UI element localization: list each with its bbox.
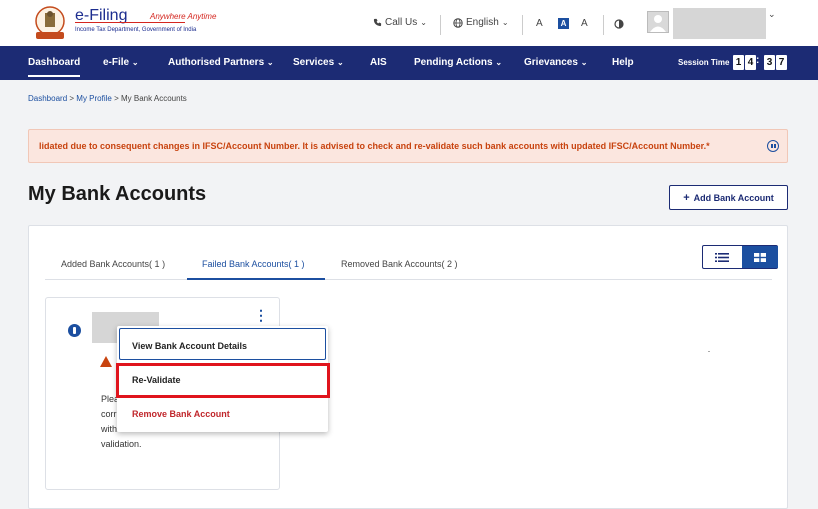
divider <box>522 15 523 35</box>
nav-dashboard[interactable]: Dashboard <box>28 46 81 80</box>
nav-grievances[interactable]: Grievances ⌄ <box>524 46 587 80</box>
nav-label: Services <box>293 57 335 68</box>
page-title: My Bank Accounts <box>28 183 207 205</box>
contrast-icon[interactable] <box>614 19 624 29</box>
nav-label: Pending Actions <box>414 57 493 68</box>
tab-removed-bank-accounts[interactable]: Removed Bank Accounts( 2 ) <box>341 259 458 269</box>
more-options-icon[interactable]: ⋮ <box>254 308 268 322</box>
session-digit: 3 <box>764 55 775 70</box>
language-label: English <box>466 17 499 28</box>
bank-logo-icon <box>68 324 81 337</box>
font-decrease-button[interactable]: A <box>536 18 543 29</box>
chevron-down-icon: ⌄ <box>580 58 588 67</box>
tab-failed-bank-accounts[interactable]: Failed Bank Accounts( 1 ) <box>202 259 305 269</box>
font-increase-button[interactable]: A <box>581 18 588 29</box>
brand-tagline: Anywhere Anytime <box>150 12 217 21</box>
globe-icon <box>453 17 463 28</box>
menu-remove-bank-account[interactable]: Remove Bank Account <box>132 409 230 419</box>
alert-text: lidated due to consequent changes in IFS… <box>39 141 710 151</box>
nav-help[interactable]: Help <box>612 46 634 80</box>
main-nav: Dashboard e-File ⌄ Authorised Partners ⌄… <box>0 46 818 80</box>
tabs-divider <box>45 279 772 280</box>
chevron-down-icon: ⌄ <box>131 58 139 67</box>
grid-view-button[interactable] <box>742 246 778 268</box>
chevron-down-icon: ⌄ <box>336 58 344 67</box>
breadcrumb: Dashboard > My Profile > My Bank Account… <box>28 94 187 103</box>
breadcrumb-my-profile[interactable]: My Profile <box>76 94 112 103</box>
call-us-label: Call Us <box>385 17 418 28</box>
avatar[interactable] <box>647 11 669 33</box>
session-digit: 7 <box>776 55 787 70</box>
nav-authorised-partners[interactable]: Authorised Partners ⌄ <box>168 46 274 80</box>
grid-icon <box>754 252 766 262</box>
warning-icon <box>100 356 112 367</box>
card-message-line: validation. <box>101 439 142 449</box>
list-icon <box>715 252 729 262</box>
breadcrumb-separator: > <box>69 94 75 103</box>
font-normal-button[interactable]: A <box>558 18 569 29</box>
phone-icon <box>373 18 382 27</box>
add-bank-account-button[interactable]: + Add Bank Account <box>669 185 788 210</box>
nav-efile[interactable]: e-File ⌄ <box>103 46 139 80</box>
breadcrumb-separator: > <box>114 94 119 103</box>
chevron-down-icon: ⌄ <box>266 58 274 67</box>
call-us-menu[interactable]: Call Us ⌄ <box>373 17 427 28</box>
language-select[interactable]: English ⌄ <box>453 17 509 28</box>
chevron-down-icon[interactable]: ⌄ <box>768 9 776 20</box>
validation-alert: lidated due to consequent changes in IFS… <box>28 129 788 163</box>
list-view-button[interactable] <box>703 246 741 268</box>
chevron-down-icon: ⌄ <box>495 58 503 67</box>
add-bank-account-label: Add Bank Account <box>693 192 774 203</box>
nav-label: e-File <box>103 57 130 68</box>
nav-services[interactable]: Services ⌄ <box>293 46 344 80</box>
efiling-logo[interactable]: e-Filing Anywhere Anytime Income Tax Dep… <box>30 5 216 41</box>
emblem-icon <box>35 6 65 39</box>
nav-pending-actions[interactable]: Pending Actions ⌄ <box>414 46 502 80</box>
chevron-down-icon: ⌄ <box>501 18 509 27</box>
active-tab-indicator <box>187 278 325 280</box>
view-toggle <box>702 245 778 269</box>
top-bar: e-Filing Anywhere Anytime Income Tax Dep… <box>0 0 818 46</box>
pause-icon[interactable] <box>767 140 779 152</box>
divider <box>603 15 604 35</box>
username-redacted <box>673 8 766 39</box>
brand-divider <box>75 22 185 23</box>
tab-added-bank-accounts[interactable]: Added Bank Accounts( 1 ) <box>61 259 165 269</box>
nav-ais[interactable]: AIS <box>370 46 387 80</box>
brand-subtitle: Income Tax Department, Government of Ind… <box>75 27 197 33</box>
decorative-dot <box>708 351 710 352</box>
plus-icon: + <box>683 191 690 204</box>
nav-label: Authorised Partners <box>168 57 265 68</box>
re-validate-highlight <box>116 363 330 398</box>
nav-label: Grievances <box>524 57 578 68</box>
divider <box>440 15 441 35</box>
session-separator: : <box>756 55 760 66</box>
breadcrumb-dashboard[interactable]: Dashboard <box>28 94 67 103</box>
session-digit: 1 <box>733 55 744 70</box>
menu-view-details[interactable]: View Bank Account Details <box>132 341 247 351</box>
session-time-label: Session Time <box>678 58 730 67</box>
user-icon <box>650 15 666 32</box>
chevron-down-icon: ⌄ <box>420 18 427 27</box>
session-digit: 4 <box>745 55 756 70</box>
breadcrumb-current: My Bank Accounts <box>120 94 187 103</box>
